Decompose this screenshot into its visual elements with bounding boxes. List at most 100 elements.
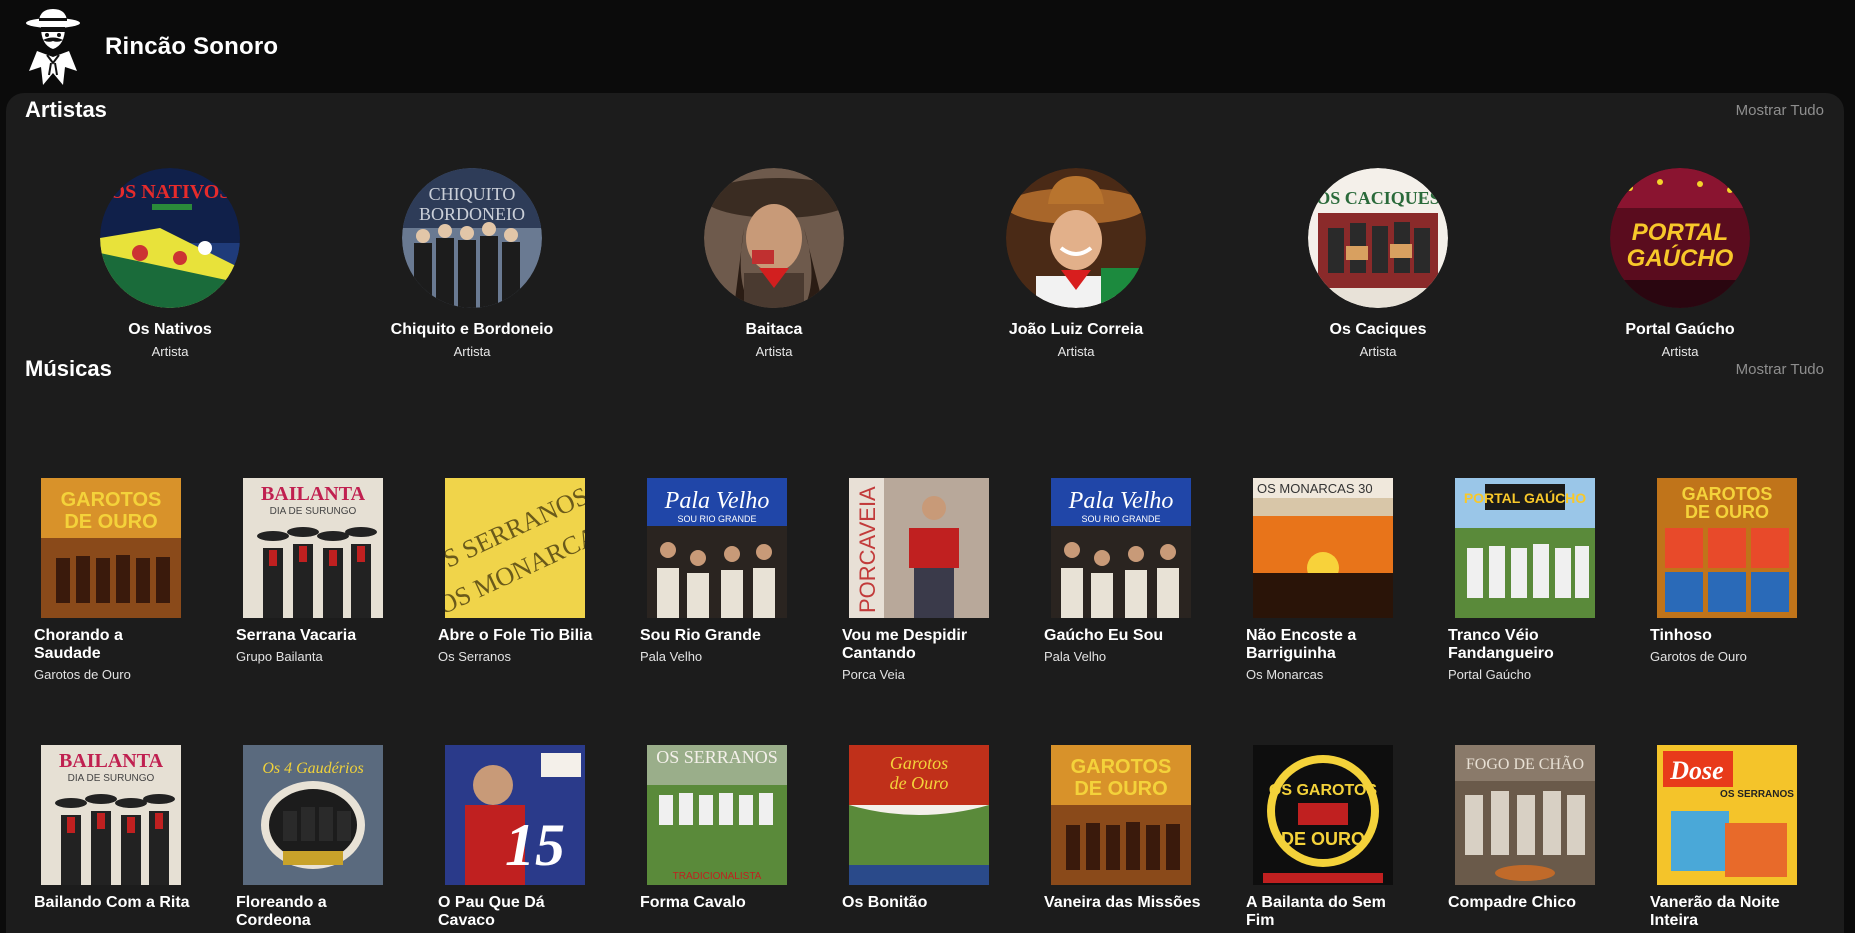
app-header: Rincão Sonoro	[0, 0, 1855, 93]
song-card[interactable]: OS GAROTOS DE OURO A Bailanta do Sem Fim	[1246, 745, 1431, 930]
gaucho-logo-icon[interactable]	[25, 7, 81, 87]
svg-text:GAROTOS: GAROTOS	[1071, 756, 1172, 778]
svg-text:SOU RIO GRANDE: SOU RIO GRANDE	[1081, 514, 1160, 524]
song-artist: Garotos de Ouro	[1650, 649, 1747, 664]
artist-card[interactable]: PORTAL GAÚCHO Portal Gaúcho Artista	[1550, 168, 1810, 359]
song-title: Gaúcho Eu Sou	[1044, 627, 1164, 644]
song-card[interactable]: OS SERRANOS TRADICIONALISTA Forma Cavalo	[640, 745, 825, 912]
artist-name: João Luiz Correia	[1008, 321, 1144, 338]
song-card[interactable]: Pala Velho SOU RIO GRANDE Sou Rio Grande…	[640, 478, 825, 664]
song-artist: Portal Gaúcho	[1448, 667, 1532, 682]
song-cover: OS GAROTOS DE OURO	[1253, 745, 1393, 885]
svg-text:DE OURO: DE OURO	[1281, 829, 1365, 849]
songs-title-row: Músicas Mostrar Tudo	[25, 351, 1824, 387]
artist-name: Baitaca	[745, 321, 803, 338]
song-artist: Grupo Bailanta	[236, 649, 323, 664]
svg-text:DE OURO: DE OURO	[1074, 778, 1167, 800]
artists-list: OS NATIVOS Os Nativos Artista CHIQUITO B…	[6, 168, 1844, 368]
song-card[interactable]: GAROTOS DE OURO Chorando a Saudade Garot…	[34, 478, 219, 682]
song-title: Serrana Vacaria	[236, 627, 357, 644]
song-cover: OS SERRANOS OS MONARCAS	[445, 478, 585, 618]
song-artist: Pala Velho	[1044, 649, 1107, 664]
song-cover: Garotos de Ouro	[849, 745, 989, 885]
artist-image: CHIQUITO BORDONEIO	[402, 168, 542, 308]
song-card[interactable]: OS SERRANOS OS MONARCAS Abre o Fole Tio …	[438, 478, 623, 664]
song-title: Tranco Véio Fandangueiro	[1448, 627, 1554, 662]
song-title: Os Bonitão	[842, 894, 928, 911]
song-artist: Os Serranos	[438, 649, 511, 664]
song-title: Bailando Com a Rita	[34, 894, 190, 911]
artist-card[interactable]: OS CACIQUES Os Caciques Artista	[1248, 168, 1508, 359]
song-title: Chorando a Saudade	[34, 627, 123, 662]
song-artist: Porca Veia	[842, 667, 905, 682]
song-artist: Os Monarcas	[1246, 667, 1324, 682]
song-artist: Garotos de Ouro	[34, 667, 131, 682]
song-title: Sou Rio Grande	[640, 627, 761, 644]
song-title: O Pau Que Dá Cavaco	[438, 894, 545, 929]
svg-text:de Ouro: de Ouro	[890, 773, 949, 793]
svg-text:TRADICIONALISTA: TRADICIONALISTA	[673, 871, 762, 882]
song-title: Forma Cavalo	[640, 894, 746, 911]
song-cover: OS MONARCAS 30	[1253, 478, 1393, 618]
artist-name: Chiquito e Bordoneio	[390, 321, 554, 338]
song-card[interactable]: GAROTOS DE OURO Tinhoso Garotos de Ouro	[1650, 478, 1835, 664]
songs-show-all-link[interactable]: Mostrar Tudo	[1736, 361, 1824, 378]
song-cover: Pala Velho SOU RIO GRANDE	[647, 478, 787, 618]
artists-show-all-link[interactable]: Mostrar Tudo	[1736, 102, 1824, 119]
svg-text:BAILANTA: BAILANTA	[261, 483, 366, 505]
svg-text:OS GAROTOS: OS GAROTOS	[1269, 782, 1377, 799]
svg-text:DIA DE SURUNGO: DIA DE SURUNGO	[270, 506, 357, 517]
song-cover: 15	[445, 745, 585, 885]
svg-text:PORCAVEIA: PORCAVEIA	[855, 486, 880, 613]
artist-card[interactable]: OS NATIVOS Os Nativos Artista	[40, 168, 300, 359]
svg-text:DE OURO: DE OURO	[64, 511, 157, 533]
svg-text:OS NATIVOS: OS NATIVOS	[110, 181, 231, 203]
song-card[interactable]: 15 O Pau Que Dá Cavaco	[438, 745, 623, 930]
song-cover: BAILANTA DIA DE SURUNGO	[41, 745, 181, 885]
song-card[interactable]: Dose OS SERRANOS Vanerão da Noite Inteir…	[1650, 745, 1835, 930]
artist-image	[704, 168, 844, 308]
svg-text:PORTAL GAÚCHO: PORTAL GAÚCHO	[1464, 489, 1586, 506]
song-cover: Pala Velho SOU RIO GRANDE	[1051, 478, 1191, 618]
song-card[interactable]: Os 4 Gaudérios Floreando a Cordeona	[236, 745, 421, 930]
song-cover: OS SERRANOS TRADICIONALISTA	[647, 745, 787, 885]
song-title: Floreando a Cordeona	[236, 894, 327, 929]
svg-text:OS SERRANOS: OS SERRANOS	[656, 747, 778, 767]
svg-text:Pala Velho: Pala Velho	[1068, 488, 1174, 514]
artist-image: OS NATIVOS	[100, 168, 240, 308]
artist-name: Os Nativos	[128, 321, 212, 338]
svg-text:GAROTOS: GAROTOS	[61, 489, 162, 511]
svg-text:PORTAL: PORTAL	[1632, 219, 1728, 246]
svg-text:SOU RIO GRANDE: SOU RIO GRANDE	[677, 514, 756, 524]
svg-text:DE OURO: DE OURO	[1685, 502, 1769, 522]
song-card[interactable]: PORTAL GAÚCHO Tranco Véio Fandangueiro P…	[1448, 478, 1633, 682]
song-title: Abre o Fole Tio Bilia	[438, 627, 593, 644]
artist-card[interactable]: João Luiz Correia Artista	[946, 168, 1206, 359]
song-card[interactable]: Garotos de Ouro Os Bonitão	[842, 745, 1027, 912]
svg-text:DIA DE SURUNGO: DIA DE SURUNGO	[68, 773, 155, 784]
song-card[interactable]: BAILANTA DIA DE SURUNGO Serrana Vacaria …	[236, 478, 421, 664]
song-cover: GAROTOS DE OURO	[41, 478, 181, 618]
song-artist: Pala Velho	[640, 649, 703, 664]
song-card[interactable]: Pala Velho SOU RIO GRANDE Gaúcho Eu Sou …	[1044, 478, 1229, 664]
song-card[interactable]: OS MONARCAS 30 Não Encoste a Barriguinha…	[1246, 478, 1431, 682]
song-card[interactable]: GAROTOS DE OURO Vaneira das Missões	[1044, 745, 1229, 912]
svg-text:15: 15	[505, 812, 565, 878]
song-cover: PORTAL GAÚCHO	[1455, 478, 1595, 618]
svg-text:Garotos: Garotos	[890, 753, 948, 773]
song-card[interactable]: FOGO DE CHÃO Compadre Chico	[1448, 745, 1633, 912]
songs-title: Músicas	[25, 356, 112, 381]
song-cover: BAILANTA DIA DE SURUNGO	[243, 478, 383, 618]
svg-text:OS MONARCAS 30: OS MONARCAS 30	[1257, 481, 1373, 496]
artist-card[interactable]: Baitaca Artista	[644, 168, 904, 359]
svg-text:Os 4 Gaudérios: Os 4 Gaudérios	[262, 760, 363, 777]
svg-text:OS SERRANOS: OS SERRANOS	[1720, 789, 1794, 800]
artist-card[interactable]: CHIQUITO BORDONEIO Chiquito e Bordoneio …	[342, 168, 602, 359]
svg-text:GAÚCHO: GAÚCHO	[1627, 244, 1734, 272]
svg-text:CHIQUITO: CHIQUITO	[429, 184, 516, 204]
song-cover: Dose OS SERRANOS	[1657, 745, 1797, 885]
app-title: Rincão Sonoro	[105, 32, 279, 60]
song-card[interactable]: PORCAVEIA Vou me Despidir Cantando Porca…	[842, 478, 1027, 682]
song-title: Tinhoso	[1650, 627, 1712, 644]
song-card[interactable]: BAILANTA DIA DE SURUNGO Bailando Com a R…	[34, 745, 219, 912]
